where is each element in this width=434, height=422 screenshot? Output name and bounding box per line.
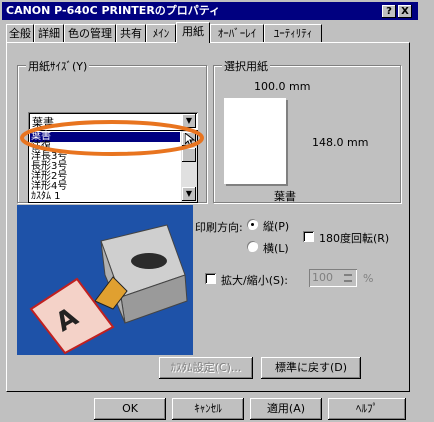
scale-label: 拡大/縮小(S): xyxy=(221,274,288,287)
selected-paper-label: 選択用紙 xyxy=(222,58,270,74)
portrait-radio[interactable] xyxy=(247,219,258,230)
spinner-up-icon xyxy=(344,274,352,276)
close-button[interactable]: X xyxy=(398,5,412,18)
paper-tab-panel: 用紙ｻｲｽﾞ(Y) 葉書 ▼ 葉書 往復 洋長3号 長形3号 洋形2号 洋形4号… xyxy=(6,42,410,392)
paper-size-label: 用紙ｻｲｽﾞ(Y) xyxy=(26,58,90,74)
landscape-radio[interactable] xyxy=(247,241,258,252)
tab-color-management[interactable]: 色の管理 xyxy=(64,24,116,42)
paper-size-group: 用紙ｻｲｽﾞ(Y) 葉書 ▼ 葉書 往復 洋長3号 長形3号 洋形2号 洋形4号… xyxy=(17,58,207,203)
tab-paper[interactable]: 用紙 xyxy=(176,22,210,43)
scale-input[interactable]: 100 xyxy=(309,269,357,287)
properties-dialog: CANON P-640C PRINTERのプロパティ ? X 全般 詳細 色の管… xyxy=(0,0,434,422)
scale-spinner[interactable] xyxy=(341,271,355,285)
paper-name-value: 葉書 xyxy=(274,190,296,203)
scale-unit: % xyxy=(363,272,374,285)
scale-value: 100 xyxy=(312,271,333,284)
tab-general[interactable]: 全般 xyxy=(6,24,34,42)
paper-preview xyxy=(224,98,286,184)
custom-settings-button[interactable]: ｶｽﾀﾑ設定(C)... xyxy=(159,357,253,379)
ok-button[interactable]: OK xyxy=(94,398,166,420)
window-title: CANON P-640C PRINTERのプロパティ xyxy=(6,4,221,17)
tab-details[interactable]: 詳細 xyxy=(34,24,64,42)
apply-button[interactable]: 適用(A) xyxy=(250,398,322,420)
tab-utility[interactable]: ﾕｰﾃｨﾘﾃｨ xyxy=(264,24,322,42)
scale-checkbox[interactable] xyxy=(205,273,216,284)
paper-height-value: 148.0 mm xyxy=(312,136,369,149)
orientation-label: 印刷方向: xyxy=(195,221,243,234)
landscape-label: 横(L) xyxy=(263,242,289,255)
rotate180-checkbox[interactable] xyxy=(303,231,314,242)
tab-overlay[interactable]: ｵｰﾊﾞｰﾚｲ xyxy=(210,24,264,42)
paper-width-value: 100.0 mm xyxy=(254,80,311,93)
title-bar: CANON P-640C PRINTERのプロパティ ? X xyxy=(2,2,418,20)
scroll-down-button[interactable]: ▼ xyxy=(182,187,196,201)
restore-default-button[interactable]: 標準に戻す(D) xyxy=(261,357,361,379)
printer-icon xyxy=(29,224,188,355)
list-item-custom1[interactable]: ｶｽﾀﾑ 1 xyxy=(31,192,61,202)
help-button[interactable]: ﾍﾙﾌﾟ xyxy=(328,398,406,420)
highlight-ellipse xyxy=(20,120,204,156)
printer-illustration: A xyxy=(17,205,193,355)
portrait-label: 縦(P) xyxy=(263,220,290,233)
tab-main[interactable]: ﾒｲﾝ xyxy=(146,24,176,42)
chevron-down-icon: ▼ xyxy=(185,189,193,198)
selected-paper-group: 選択用紙 100.0 mm 148.0 mm 葉書 xyxy=(213,58,401,203)
rotate180-label: 180度回転(R) xyxy=(319,232,390,245)
tab-sharing[interactable]: 共有 xyxy=(116,24,146,42)
spinner-down-icon xyxy=(344,280,352,282)
cancel-button[interactable]: ｷｬﾝｾﾙ xyxy=(172,398,244,420)
help-titlebar-button[interactable]: ? xyxy=(382,5,396,18)
